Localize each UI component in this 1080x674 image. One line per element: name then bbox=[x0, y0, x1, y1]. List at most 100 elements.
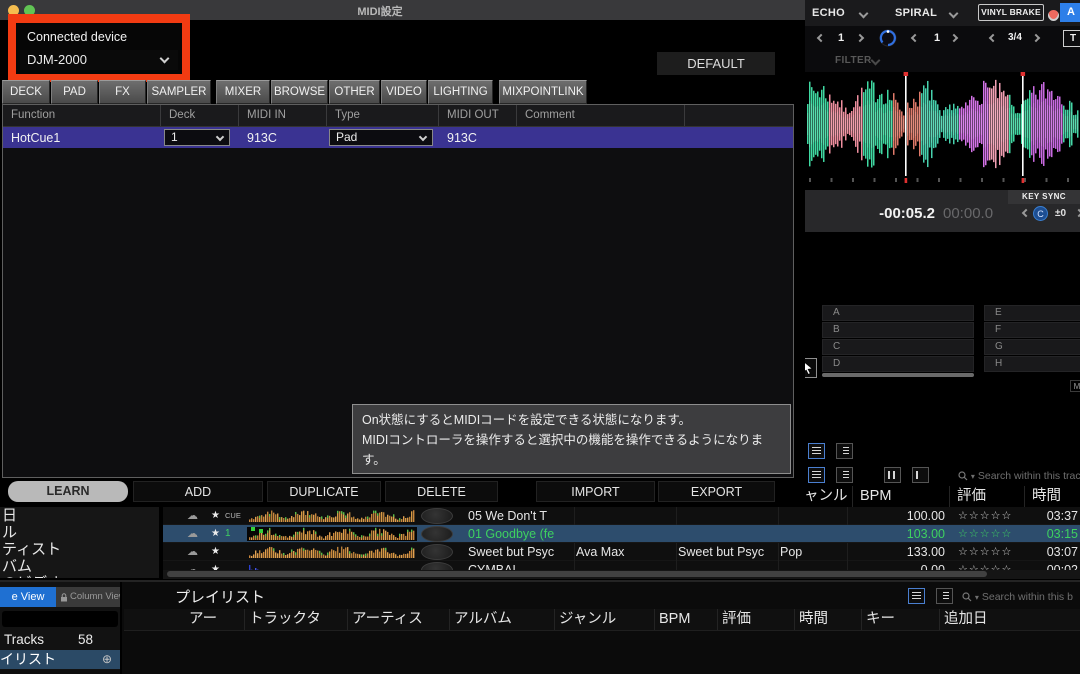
tab-deck[interactable]: DECK bbox=[2, 80, 50, 104]
memory-button-partial[interactable]: M bbox=[1070, 380, 1080, 392]
tab-lighting[interactable]: LIGHTING bbox=[428, 80, 493, 104]
column-header-date-added[interactable]: 追加日 bbox=[940, 609, 1080, 630]
sidebar-item[interactable]: のビデオ bbox=[0, 575, 159, 578]
tab-other[interactable]: OTHER bbox=[329, 80, 380, 104]
deck-waveform[interactable] bbox=[805, 72, 1080, 190]
detail-view-icon[interactable] bbox=[836, 443, 853, 459]
list-view-icon[interactable] bbox=[808, 467, 825, 483]
cue-slot-g[interactable]: G bbox=[984, 339, 1080, 355]
column-view-tab[interactable]: Column View bbox=[56, 587, 120, 607]
highlight-annotation-box: Connected device DJM-2000 bbox=[8, 14, 190, 82]
chevron-right-icon[interactable] bbox=[856, 34, 864, 42]
playlist-filter-input[interactable] bbox=[2, 611, 118, 627]
list-view-icon[interactable] bbox=[908, 588, 925, 604]
delete-button[interactable]: DELETE bbox=[385, 481, 498, 502]
tab-browse[interactable]: BROWSE bbox=[271, 80, 328, 104]
chevron-right-icon[interactable] bbox=[950, 34, 958, 42]
sidebar-item[interactable]: ル bbox=[0, 524, 159, 541]
column-header-art[interactable]: アー bbox=[185, 609, 245, 630]
tab-pad[interactable]: PAD bbox=[51, 80, 98, 104]
sidebar-item[interactable]: 日 bbox=[0, 507, 159, 524]
search-caret-icon[interactable]: ▾ bbox=[975, 593, 979, 602]
connected-device-select[interactable]: DJM-2000 bbox=[20, 50, 178, 70]
chevron-right-icon[interactable] bbox=[1032, 34, 1040, 42]
detail-view-icon[interactable] bbox=[836, 467, 853, 483]
column-header-rating[interactable]: 評価 bbox=[718, 609, 795, 630]
cloud-sync-icon: ☁ bbox=[187, 507, 205, 525]
tracks-count-row[interactable]: Tracks 58 bbox=[0, 630, 120, 649]
column-header-bpm[interactable]: BPM bbox=[853, 486, 950, 507]
connected-device-panel: Connected device DJM-2000 bbox=[16, 23, 182, 74]
chevron-down-icon[interactable] bbox=[949, 9, 959, 19]
cue-slot-b[interactable]: B bbox=[822, 322, 974, 338]
import-button[interactable]: IMPORT bbox=[536, 481, 655, 502]
fx-assign-a-button[interactable]: A bbox=[1060, 3, 1080, 22]
tab-mixer[interactable]: MIXER bbox=[216, 80, 270, 104]
cue-slot-d[interactable]: D bbox=[822, 356, 974, 372]
tab-sampler[interactable]: SAMPLER bbox=[147, 80, 211, 104]
fx-depth-knob[interactable] bbox=[879, 29, 897, 47]
key-value-badge[interactable]: C bbox=[1033, 206, 1048, 221]
column-header-artist[interactable]: アーティス bbox=[348, 609, 450, 630]
rating-stars[interactable]: ☆☆☆☆☆ bbox=[958, 525, 1030, 543]
tree-view-tab[interactable]: e View bbox=[0, 587, 56, 607]
add-playlist-icon[interactable]: ⊕ bbox=[102, 650, 112, 669]
chevron-left-icon[interactable] bbox=[911, 34, 919, 42]
table-row[interactable]: ☁ ★ CUE 05 We Don't T 100.00 ☆☆☆☆☆ 03:37 bbox=[163, 507, 1080, 525]
track-search-input[interactable]: ▾ Search within this track bbox=[958, 470, 1080, 482]
browser-search-input[interactable]: ▾ Search within this b bbox=[962, 591, 1080, 603]
chevron-right-icon[interactable] bbox=[1075, 209, 1080, 217]
split-view-icon[interactable] bbox=[912, 467, 929, 483]
key-sync-button[interactable]: KEY SYNC bbox=[1008, 190, 1080, 204]
cue-slot-c[interactable]: C bbox=[822, 339, 974, 355]
add-button[interactable]: ADD bbox=[133, 481, 263, 502]
cue-grid-scrollbar[interactable] bbox=[822, 373, 974, 377]
fx-slot3-select[interactable]: VINYL BRAKE bbox=[978, 4, 1044, 21]
chevron-down-icon[interactable] bbox=[859, 9, 869, 19]
column-header-bpm[interactable]: BPM bbox=[655, 609, 718, 630]
column-header-track-title[interactable]: トラックタ bbox=[245, 609, 348, 630]
midi-mapping-row-selected[interactable]: HotCue1 1 913C Pad 913C bbox=[3, 127, 793, 148]
sidebar-item[interactable]: バム bbox=[0, 558, 159, 575]
detail-view-icon[interactable] bbox=[936, 588, 953, 604]
cue-slot-h[interactable]: H bbox=[984, 356, 1080, 372]
cue-slot-f[interactable]: F bbox=[984, 322, 1080, 338]
filter-select[interactable]: FILTER bbox=[835, 55, 872, 66]
chevron-left-icon[interactable] bbox=[989, 34, 997, 42]
tab-fx[interactable]: FX bbox=[99, 80, 146, 104]
sidebar-item-playlist[interactable]: イリスト ⊕ bbox=[0, 650, 120, 669]
search-caret-icon[interactable]: ▾ bbox=[971, 472, 975, 481]
type-select[interactable]: Pad bbox=[329, 129, 433, 146]
two-column-view-icon[interactable] bbox=[884, 467, 901, 483]
tempo-t-button[interactable]: T bbox=[1063, 30, 1080, 47]
chevron-down-icon[interactable] bbox=[1046, 8, 1062, 24]
learn-button[interactable]: LEARN bbox=[8, 481, 128, 502]
column-header-time[interactable]: 時間 bbox=[1025, 486, 1080, 507]
export-button[interactable]: EXPORT bbox=[658, 481, 775, 502]
cue-slot-e[interactable]: E bbox=[984, 305, 1080, 321]
tab-mixpointlink[interactable]: MIXPOINTLINK bbox=[499, 80, 587, 104]
sidebar-item[interactable]: ティスト bbox=[0, 541, 159, 558]
rating-stars[interactable]: ☆☆☆☆☆ bbox=[958, 543, 1030, 561]
chevron-left-icon[interactable] bbox=[817, 34, 825, 42]
table-row[interactable]: ☁ ★ Sweet but Psyc Ava Max Sweet but Psy… bbox=[163, 543, 1080, 561]
column-header-rating[interactable]: 評価 bbox=[950, 486, 1025, 507]
column-header-time[interactable]: 時間 bbox=[795, 609, 862, 630]
rating-stars[interactable]: ☆☆☆☆☆ bbox=[958, 507, 1030, 525]
chevron-down-icon[interactable] bbox=[871, 56, 881, 66]
deck-select[interactable]: 1 bbox=[164, 129, 230, 146]
horizontal-scrollbar[interactable] bbox=[167, 571, 987, 577]
fx-slot2-select[interactable]: SPIRAL bbox=[895, 7, 937, 19]
column-header-genre[interactable]: ジャンル bbox=[555, 609, 655, 630]
list-view-icon[interactable] bbox=[808, 443, 825, 459]
column-header-album[interactable]: アルバム bbox=[450, 609, 555, 630]
tab-video[interactable]: VIDEO bbox=[381, 80, 427, 104]
cue-slot-a[interactable]: A bbox=[822, 305, 974, 321]
default-button[interactable]: DEFAULT bbox=[657, 52, 775, 75]
fx-slot1-select[interactable]: ECHO bbox=[812, 7, 845, 19]
column-header-key[interactable]: キー bbox=[862, 609, 940, 630]
chevron-left-icon[interactable] bbox=[1022, 209, 1030, 217]
duplicate-button[interactable]: DUPLICATE bbox=[267, 481, 381, 502]
table-row-selected[interactable]: ☁ ★ 1 01 Goodbye (fe 103.00 ☆☆☆☆☆ 03:15 bbox=[163, 525, 1080, 543]
column-header-genre[interactable]: ャンル bbox=[800, 486, 853, 507]
